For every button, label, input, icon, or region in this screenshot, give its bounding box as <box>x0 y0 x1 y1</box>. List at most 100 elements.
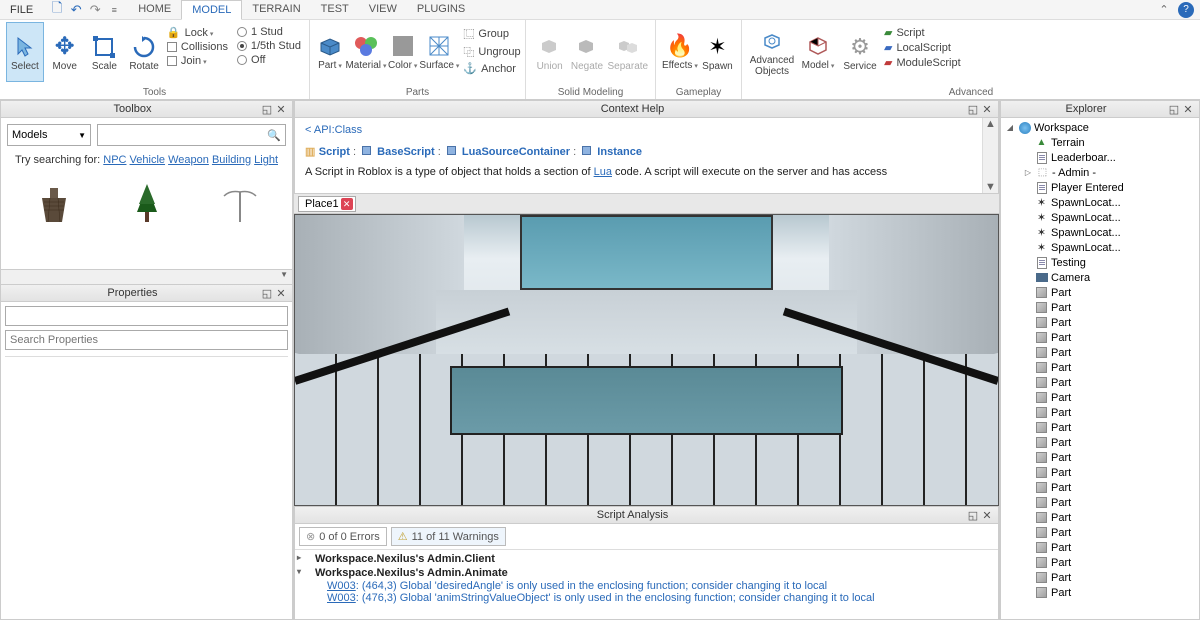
tree-item[interactable]: Camera <box>1003 270 1197 285</box>
scroll-down-icon[interactable]: ▼ <box>985 181 996 193</box>
ribbon-tab-view[interactable]: VIEW <box>359 0 407 20</box>
place-tab[interactable]: Place1✕ <box>298 196 356 212</box>
toolbox-search-input[interactable] <box>102 129 267 141</box>
toolbox-scroll-down[interactable]: ▼ <box>0 270 293 284</box>
ribbon-tab-home[interactable]: HOME <box>128 0 181 20</box>
collapse-icon[interactable]: ◢ <box>1005 123 1015 132</box>
spawn-button[interactable]: ✶Spawn <box>700 22 735 82</box>
ribbon-tab-test[interactable]: TEST <box>311 0 359 20</box>
material-button[interactable]: Material <box>346 22 386 82</box>
file-menu[interactable]: FILE <box>0 2 43 18</box>
tree-item[interactable]: Part <box>1003 300 1197 315</box>
suggest-link[interactable]: Building <box>212 154 251 166</box>
model-button[interactable]: Model <box>798 22 838 82</box>
tree-item[interactable]: Part <box>1003 315 1197 330</box>
insert-modulescript[interactable]: ▰ModuleScript <box>884 56 972 69</box>
toolbox-category-select[interactable]: Models▼ <box>7 124 91 146</box>
tree-item[interactable]: Part <box>1003 540 1197 555</box>
undock-icon[interactable]: ◱ <box>260 103 274 116</box>
tree-item[interactable]: Part <box>1003 480 1197 495</box>
close-icon[interactable]: ✕ <box>274 103 288 116</box>
lua-link[interactable]: Lua <box>594 166 612 178</box>
toolbox-search[interactable]: 🔍 <box>97 124 286 146</box>
suggest-link[interactable]: NPC <box>103 154 126 166</box>
tree-item[interactable]: ✶SpawnLocat... <box>1003 240 1197 255</box>
analysis-group[interactable]: ▸Workspace.Nexilus's Admin.Client <box>301 552 992 566</box>
help-icon[interactable]: ? <box>1178 2 1194 18</box>
tree-item[interactable]: Part <box>1003 330 1197 345</box>
tree-item[interactable]: Part <box>1003 375 1197 390</box>
close-tab-icon[interactable]: ✕ <box>341 198 353 210</box>
snap-off[interactable]: Off <box>237 54 301 66</box>
tree-item[interactable]: Part <box>1003 405 1197 420</box>
ribbon-tab-plugins[interactable]: PLUGINS <box>407 0 475 20</box>
errors-tab[interactable]: ⊗0 of 0 Errors <box>299 527 387 546</box>
tree-item[interactable]: ▲Terrain <box>1003 135 1197 150</box>
class-link[interactable]: BaseScript <box>374 146 438 158</box>
snap-fifth-stud[interactable]: 1/5th Stud <box>237 40 301 52</box>
class-link[interactable]: LuaSourceContainer <box>459 146 573 158</box>
tree-item[interactable]: Part <box>1003 495 1197 510</box>
join-toggle[interactable]: Join <box>167 55 231 67</box>
collisions-toggle[interactable]: Collisions <box>167 41 231 53</box>
tree-item[interactable]: Part <box>1003 570 1197 585</box>
insert-script[interactable]: ▰Script <box>884 26 972 39</box>
toolbox-item[interactable] <box>32 180 76 224</box>
class-link[interactable]: Instance <box>594 146 642 158</box>
snap-1stud[interactable]: 1 Stud <box>237 26 301 38</box>
tree-item[interactable]: Part <box>1003 345 1197 360</box>
tree-item-workspace[interactable]: ◢Workspace <box>1003 120 1197 135</box>
ribbon-tab-model[interactable]: MODEL <box>181 0 242 20</box>
anchor-button[interactable]: ⚓Anchor <box>463 62 520 75</box>
properties-search-input[interactable] <box>6 331 287 349</box>
tree-item[interactable]: Part <box>1003 525 1197 540</box>
warnings-tab[interactable]: ⚠11 of 11 Warnings <box>391 527 506 546</box>
tree-item[interactable]: Part <box>1003 555 1197 570</box>
color-button[interactable]: Color <box>388 22 417 82</box>
tree-item[interactable]: Part <box>1003 435 1197 450</box>
tree-item[interactable]: Part <box>1003 285 1197 300</box>
scrollbar[interactable]: ▲▼ <box>982 118 998 193</box>
ungroup-button[interactable]: ⿻Ungroup <box>463 44 520 60</box>
tree-item[interactable]: Testing <box>1003 255 1197 270</box>
rotate-tool[interactable]: Rotate <box>125 22 163 82</box>
properties-object-select[interactable] <box>5 306 288 326</box>
tree-item[interactable]: ✶SpawnLocat... <box>1003 225 1197 240</box>
analysis-warning[interactable]: W003: (464,3) Global 'desiredAngle' is o… <box>301 580 992 592</box>
part-button[interactable]: Part <box>316 22 344 82</box>
redo-icon[interactable]: ↷ <box>87 2 103 18</box>
tree-item[interactable]: ▷⬚- Admin - <box>1003 165 1197 180</box>
undock-icon[interactable]: ◱ <box>1167 103 1181 116</box>
insert-localscript[interactable]: ▰LocalScript <box>884 41 972 54</box>
tree-item[interactable]: Part <box>1003 450 1197 465</box>
tree-item[interactable]: Part <box>1003 420 1197 435</box>
close-icon[interactable]: ✕ <box>1181 103 1195 116</box>
tree-item[interactable]: Part <box>1003 360 1197 375</box>
advanced-objects-button[interactable]: Advanced Objects <box>748 22 796 82</box>
undock-icon[interactable]: ◱ <box>966 509 980 522</box>
close-icon[interactable]: ✕ <box>274 287 288 300</box>
scale-tool[interactable]: Scale <box>86 22 124 82</box>
new-icon[interactable]: 🗋 <box>49 2 65 18</box>
tree-item[interactable]: Player Entered <box>1003 180 1197 195</box>
effects-button[interactable]: 🔥Effects <box>662 22 698 82</box>
undo-icon[interactable]: ↶ <box>68 2 84 18</box>
tree-item[interactable]: Part <box>1003 465 1197 480</box>
select-tool[interactable]: Select <box>6 22 44 82</box>
tree-item[interactable]: Part <box>1003 585 1197 600</box>
search-icon[interactable]: 🔍 <box>267 129 281 142</box>
suggest-link[interactable]: Weapon <box>168 154 209 166</box>
tree-item[interactable]: ✶SpawnLocat... <box>1003 195 1197 210</box>
tree-item[interactable]: Part <box>1003 510 1197 525</box>
toolbox-item[interactable] <box>218 180 262 224</box>
close-icon[interactable]: ✕ <box>980 509 994 522</box>
ribbon-tab-terrain[interactable]: TERRAIN <box>242 0 310 20</box>
class-link[interactable]: Script <box>319 146 353 158</box>
tree-item[interactable]: Leaderboar... <box>1003 150 1197 165</box>
undock-icon[interactable]: ◱ <box>260 287 274 300</box>
separate-button[interactable]: Separate <box>607 22 649 82</box>
context-back-link[interactable]: < API:Class <box>305 124 988 136</box>
group-button[interactable]: ⿺Group <box>463 26 520 42</box>
collapse-ribbon-icon[interactable]: ⌃ <box>1156 2 1172 18</box>
toolbox-item[interactable] <box>125 180 169 224</box>
